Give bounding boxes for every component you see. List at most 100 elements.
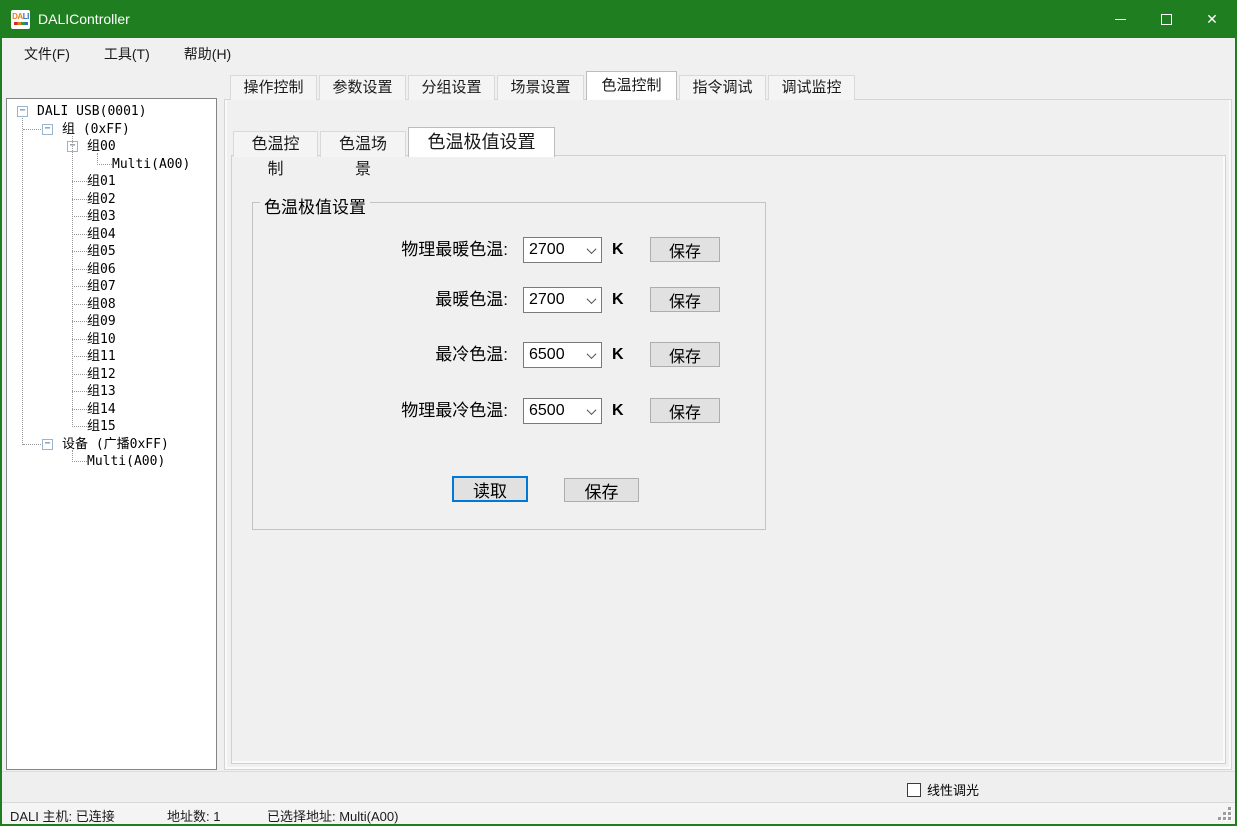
tree-item-14[interactable]: 组11 <box>7 348 216 366</box>
bottom-strip: 线性调光 <box>2 771 1235 802</box>
tree-item-13[interactable]: 组10 <box>7 331 216 349</box>
row-save-button-3[interactable]: 保存 <box>650 398 720 423</box>
linear-dimming-checkbox[interactable] <box>907 783 921 797</box>
device-tree-panel: −DALI USB(0001)−组 (0xFF)−组00Multi(A00)组0… <box>6 98 217 770</box>
tree-connector <box>72 409 87 410</box>
close-icon: ✕ <box>1206 11 1218 28</box>
cct-combo-1[interactable]: 2700 <box>523 287 602 313</box>
tree-item-8[interactable]: 组05 <box>7 243 216 261</box>
cct-combo-0[interactable]: 2700 <box>523 237 602 263</box>
tree-item-label: 组05 <box>87 243 116 261</box>
tree-guide-line <box>22 118 23 445</box>
tree-item-19[interactable]: −设备 (广播0xFF) <box>7 436 216 454</box>
status-host: DALI 主机: 已连接 <box>10 806 115 825</box>
tree-item-label: 组00 <box>87 138 116 156</box>
tab-3[interactable]: 场景设置 <box>497 75 584 100</box>
unit-label: K <box>612 344 624 366</box>
tree-connector <box>72 216 87 217</box>
combo-dropdown-zone[interactable] <box>582 343 601 367</box>
tree-guide-line <box>97 153 98 165</box>
tree-item-4[interactable]: 组01 <box>7 173 216 191</box>
field-label-3: 物理最冷色温: <box>286 400 508 422</box>
tree-item-label: 组03 <box>87 208 116 226</box>
tab-6[interactable]: 调试监控 <box>768 75 855 100</box>
device-tree: −DALI USB(0001)−组 (0xFF)−组00Multi(A00)组0… <box>7 99 216 471</box>
tree-item-11[interactable]: 组08 <box>7 296 216 314</box>
combo-dropdown-zone[interactable] <box>582 288 601 312</box>
tree-item-2[interactable]: −组00 <box>7 138 216 156</box>
combo-value: 6500 <box>524 346 582 364</box>
tree-item-18[interactable]: 组15 <box>7 418 216 436</box>
sub-tab-0[interactable]: 色温控制 <box>233 131 318 157</box>
tree-item-16[interactable]: 组13 <box>7 383 216 401</box>
unit-label: K <box>612 289 624 311</box>
read-button[interactable]: 读取 <box>452 476 528 502</box>
tab-5[interactable]: 指令调试 <box>679 75 766 100</box>
cct-combo-2[interactable]: 6500 <box>523 342 602 368</box>
unit-label: K <box>612 239 624 261</box>
maximize-button[interactable] <box>1143 0 1189 38</box>
collapse-icon[interactable]: − <box>42 439 53 450</box>
row-save-button-1[interactable]: 保存 <box>650 287 720 312</box>
tree-item-20[interactable]: Multi(A00) <box>7 453 216 471</box>
tree-item-12[interactable]: 组09 <box>7 313 216 331</box>
tab-2[interactable]: 分组设置 <box>408 75 495 100</box>
tree-item-0[interactable]: −DALI USB(0001) <box>7 103 216 121</box>
tree-item-label: DALI USB(0001) <box>37 103 147 121</box>
combo-value: 6500 <box>524 402 582 420</box>
tree-connector <box>97 164 112 165</box>
tree-item-label: 组13 <box>87 383 116 401</box>
tree-item-17[interactable]: 组14 <box>7 401 216 419</box>
chevron-down-icon <box>587 244 597 254</box>
menu-item-0[interactable]: 文件(F) <box>12 40 82 68</box>
chevron-down-icon <box>587 349 597 359</box>
field-label-2: 最冷色温: <box>286 344 508 366</box>
cct-combo-3[interactable]: 6500 <box>523 398 602 424</box>
minimize-button[interactable] <box>1097 0 1143 38</box>
combo-dropdown-zone[interactable] <box>582 399 601 423</box>
tree-item-15[interactable]: 组12 <box>7 366 216 384</box>
combo-dropdown-zone[interactable] <box>582 238 601 262</box>
tab-4[interactable]: 色温控制 <box>586 71 677 100</box>
tree-connector <box>72 304 87 305</box>
statusbar: DALI 主机: 已连接 地址数: 1 已选择地址: Multi(A00) <box>2 802 1235 824</box>
tree-item-9[interactable]: 组06 <box>7 261 216 279</box>
window-title: DALIController <box>38 11 130 27</box>
sub-tab-2[interactable]: 色温极值设置 <box>408 127 555 157</box>
tree-item-label: 组11 <box>87 348 116 366</box>
tree-item-label: 组08 <box>87 296 116 314</box>
tree-connector <box>72 199 87 200</box>
combo-value: 2700 <box>524 291 582 309</box>
tab-0[interactable]: 操作控制 <box>230 75 317 100</box>
tree-item-1[interactable]: −组 (0xFF) <box>7 121 216 139</box>
tree-item-10[interactable]: 组07 <box>7 278 216 296</box>
collapse-icon[interactable]: − <box>17 106 28 117</box>
tree-item-label: 组09 <box>87 313 116 331</box>
tree-connector <box>72 286 87 287</box>
tree-item-7[interactable]: 组04 <box>7 226 216 244</box>
resize-grip[interactable] <box>1216 805 1232 821</box>
linear-dimming-option[interactable]: 线性调光 <box>907 780 979 799</box>
tree-connector <box>72 356 87 357</box>
tree-connector <box>72 461 87 462</box>
app-icon: DALI <box>11 10 30 29</box>
collapse-icon[interactable]: − <box>42 124 53 135</box>
save-all-button[interactable]: 保存 <box>564 478 639 502</box>
row-save-button-2[interactable]: 保存 <box>650 342 720 367</box>
tree-item-6[interactable]: 组03 <box>7 208 216 226</box>
tree-connector <box>72 321 87 322</box>
tree-item-3[interactable]: Multi(A00) <box>7 156 216 174</box>
tree-item-label: Multi(A00) <box>87 453 165 471</box>
main-tabstrip: 操作控制参数设置分组设置场景设置色温控制指令调试调试监控 <box>230 71 857 100</box>
menu-item-1[interactable]: 工具(T) <box>92 40 162 68</box>
tree-connector <box>72 391 87 392</box>
menu-item-2[interactable]: 帮助(H) <box>172 40 243 68</box>
tree-item-label: 组04 <box>87 226 116 244</box>
app-window: DALI DALIController ✕ 文件(F)工具(T)帮助(H) −D… <box>0 0 1237 826</box>
tab-1[interactable]: 参数设置 <box>319 75 406 100</box>
tree-item-5[interactable]: 组02 <box>7 191 216 209</box>
close-button[interactable]: ✕ <box>1189 0 1235 38</box>
tree-item-label: 组10 <box>87 331 116 349</box>
sub-tab-1[interactable]: 色温场景 <box>320 131 406 157</box>
row-save-button-0[interactable]: 保存 <box>650 237 720 262</box>
